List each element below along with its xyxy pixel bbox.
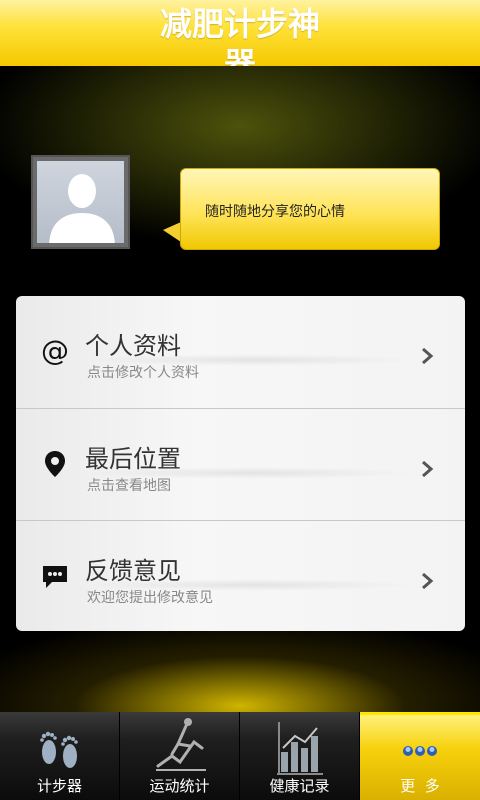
menu-item-feedback[interactable]: 反馈意见 欢迎您提出修改意见 [16,520,465,631]
status-text: 随时随地分享您的心情 [205,204,345,220]
menu-item-label: 最后位置 [85,445,181,473]
more-dots-icon [403,746,437,756]
tab-exercise-stats[interactable]: 运动统计 [120,712,240,800]
menu-item-location[interactable]: 最后位置 点击查看地图 [16,408,465,519]
page-title: 减肥计步神器 [159,5,320,66]
avatar[interactable] [31,155,130,249]
menu-item-profile[interactable]: @ 个人资料 点击修改个人资料 [16,296,465,407]
menu-item-label: 个人资料 [85,332,181,360]
title-bar: 减肥计步神器 [0,0,480,66]
runner-stats-icon [155,718,206,771]
menu-item-subtitle: 点击查看地图 [87,478,171,494]
tab-label: 更 多 [400,777,440,795]
tab-pedometer[interactable]: 计步器 [0,712,120,800]
settings-card: @ 个人资料 点击修改个人资料 最后位置 点击查看地图 反馈意见 欢迎您提出修改… [16,296,465,631]
tab-health-records[interactable]: 健康记录 [240,712,360,800]
status-bubble[interactable]: 随时随地分享您的心情 [180,168,440,250]
chevron-right-icon [422,347,434,365]
tab-more[interactable]: 更 多 [360,712,480,800]
location-pin-icon [45,451,65,477]
menu-item-subtitle: 欢迎您提出修改意见 [87,590,213,606]
at-icon: @ [41,336,69,366]
bubble-tail [163,222,181,242]
svg-text:@: @ [41,336,69,366]
bar-chart-icon [276,722,323,775]
menu-item-label: 反馈意见 [85,557,181,585]
chevron-right-icon [422,572,434,590]
tab-label: 运动统计 [149,777,210,795]
menu-item-subtitle: 点击修改个人资料 [87,365,199,381]
chat-bubble-icon [43,566,67,588]
tab-label: 健康记录 [269,777,330,795]
default-user-icon [49,174,115,243]
footprints-icon [39,731,78,768]
bottom-tab-bar: 计步器 运动统计 健康记录 更 多 [0,712,480,800]
chevron-right-icon [422,460,434,478]
tab-label: 计步器 [36,777,82,795]
